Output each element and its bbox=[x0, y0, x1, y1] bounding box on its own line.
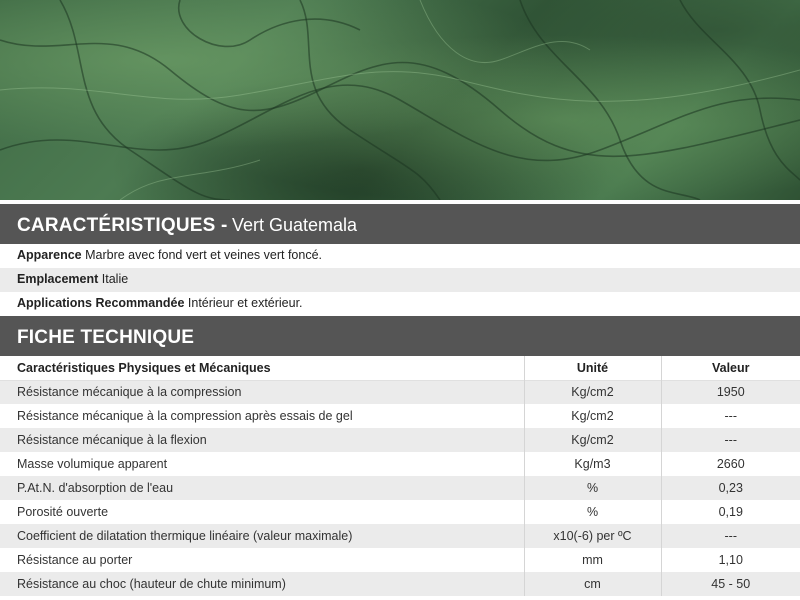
cell-property: Résistance mécanique à la compression ap… bbox=[0, 404, 524, 428]
cell-value: 0,19 bbox=[660, 500, 800, 524]
column-header-characteristics: Caractéristiques Physiques et Mécaniques bbox=[0, 356, 524, 380]
table-row: Résistance mécanique à la compression ap… bbox=[0, 404, 800, 428]
table-row: P.At.N. d'absorption de l'eau % 0,23 bbox=[0, 476, 800, 500]
info-row-appearance: Apparence Marbre avec fond vert et veine… bbox=[0, 244, 800, 268]
cell-value: --- bbox=[660, 404, 800, 428]
cell-unit: % bbox=[523, 476, 661, 500]
info-value: Intérieur et extérieur. bbox=[187, 296, 303, 310]
table-row: Résistance au choc (hauteur de chute min… bbox=[0, 572, 800, 596]
technical-title: FICHE TECHNIQUE bbox=[17, 327, 195, 348]
cell-property: Résistance mécanique à la compression bbox=[0, 380, 524, 404]
table-row: Masse volumique apparent Kg/m3 2660 bbox=[0, 452, 800, 476]
table-row: Porosité ouverte % 0,19 bbox=[0, 500, 800, 524]
info-row-applications: Applications Recommandée Intérieur et ex… bbox=[0, 292, 800, 316]
cell-property: Résistance au choc (hauteur de chute min… bbox=[0, 572, 524, 596]
cell-property: Masse volumique apparent bbox=[0, 452, 524, 476]
cell-unit: Kg/m3 bbox=[523, 452, 661, 476]
characteristics-subtitle: Vert Guatemala bbox=[231, 215, 358, 235]
marble-hero-image bbox=[0, 0, 800, 200]
cell-value: 45 - 50 bbox=[660, 572, 800, 596]
info-label: Apparence bbox=[17, 248, 82, 262]
cell-property: Coefficient de dilatation thermique liné… bbox=[0, 524, 524, 548]
marble-veins bbox=[0, 0, 800, 200]
table-row: Résistance mécanique à la compression Kg… bbox=[0, 380, 800, 404]
cell-unit: Kg/cm2 bbox=[523, 404, 661, 428]
cell-value: 1,10 bbox=[660, 548, 800, 572]
table-header-row: Caractéristiques Physiques et Mécaniques… bbox=[0, 356, 800, 380]
cell-property: Porosité ouverte bbox=[0, 500, 524, 524]
column-header-value: Valeur bbox=[660, 356, 800, 380]
technical-table: Caractéristiques Physiques et Mécaniques… bbox=[0, 356, 800, 596]
cell-value: 1950 bbox=[660, 380, 800, 404]
cell-property: P.At.N. d'absorption de l'eau bbox=[0, 476, 524, 500]
technical-header: FICHE TECHNIQUE bbox=[0, 316, 800, 356]
cell-unit: % bbox=[523, 500, 661, 524]
table-row: Résistance au porter mm 1,10 bbox=[0, 548, 800, 572]
cell-value: 2660 bbox=[660, 452, 800, 476]
cell-property: Résistance mécanique à la flexion bbox=[0, 428, 524, 452]
table-row: Coefficient de dilatation thermique liné… bbox=[0, 524, 800, 548]
cell-unit: Kg/cm2 bbox=[523, 380, 661, 404]
info-label: Applications Recommandée bbox=[17, 296, 185, 310]
cell-value: 0,23 bbox=[660, 476, 800, 500]
cell-unit: Kg/cm2 bbox=[523, 428, 661, 452]
column-header-unit: Unité bbox=[523, 356, 661, 380]
characteristics-header: CARACTÉRISTIQUES - Vert Guatemala bbox=[0, 204, 800, 244]
table-row: Résistance mécanique à la flexion Kg/cm2… bbox=[0, 428, 800, 452]
characteristics-title: CARACTÉRISTIQUES - bbox=[17, 215, 228, 236]
info-value: Marbre avec fond vert et veines vert fon… bbox=[85, 248, 323, 262]
cell-unit: x10(-6) per ºC bbox=[523, 524, 661, 548]
cell-property: Résistance au porter bbox=[0, 548, 524, 572]
cell-unit: mm bbox=[523, 548, 661, 572]
info-label: Emplacement bbox=[17, 272, 99, 286]
cell-value: --- bbox=[660, 428, 800, 452]
cell-unit: cm bbox=[523, 572, 661, 596]
cell-value: --- bbox=[660, 524, 800, 548]
info-row-location: Emplacement Italie bbox=[0, 268, 800, 292]
info-value: Italie bbox=[101, 272, 129, 286]
